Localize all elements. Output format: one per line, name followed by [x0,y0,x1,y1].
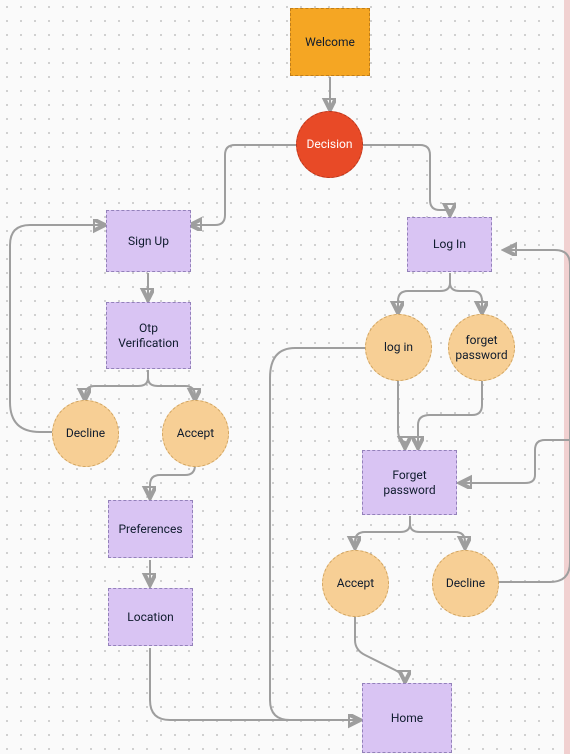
node-label: Decline [66,426,105,441]
node-decline-1[interactable]: Decline [52,400,119,467]
node-label: Otp Verification [111,321,186,351]
node-accept-1[interactable]: Accept [162,400,229,467]
node-label: log in [384,340,413,355]
node-label: Location [127,610,173,625]
node-label: Forget password [367,468,452,498]
node-label: Sign Up [128,234,169,249]
node-label: Decline [446,576,485,591]
node-login[interactable]: Log In [407,217,492,272]
node-label: Welcome [305,35,355,50]
node-otp[interactable]: Otp Verification [106,302,191,369]
right-edge-decoration [564,0,570,754]
node-decision[interactable]: Decision [296,111,363,178]
node-accept-2[interactable]: Accept [322,550,389,617]
node-login-action[interactable]: log in [365,314,432,381]
node-forget-password[interactable]: Forget password [362,450,457,515]
node-preferences[interactable]: Preferences [108,500,193,558]
node-home[interactable]: Home [362,683,452,753]
node-label: Decision [306,137,352,152]
node-signup[interactable]: Sign Up [106,210,191,272]
node-decline-2[interactable]: Decline [432,550,499,617]
node-forget-password-action[interactable]: forget password [448,314,515,381]
node-label: Log In [433,237,466,252]
node-label: Preferences [118,522,182,537]
flowchart-canvas[interactable]: Welcome Decision Sign Up Log In Otp Veri… [0,0,570,754]
node-label: Home [391,711,423,726]
node-label: forget password [453,333,510,363]
node-label: Accept [337,576,374,591]
node-location[interactable]: Location [108,588,193,646]
node-welcome[interactable]: Welcome [290,8,370,76]
node-label: Accept [177,426,214,441]
